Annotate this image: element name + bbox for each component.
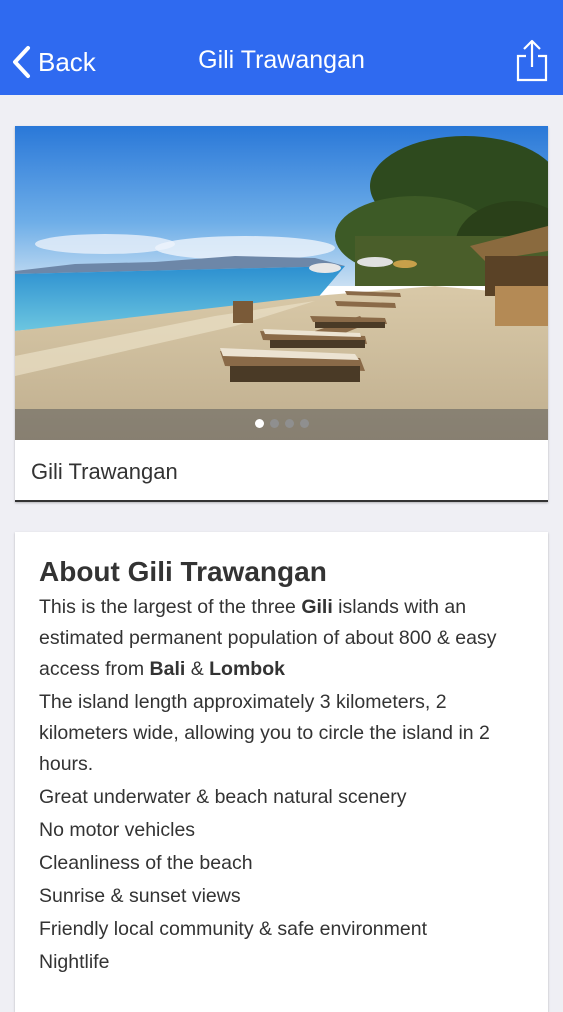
feature-item: Nightlife [39,951,110,973]
page-indicator-strip [15,409,548,440]
feature-item: Friendly local community & safe environm… [39,918,427,940]
intro-text: This is the largest of the three [39,596,302,618]
feature-item: Sunrise & sunset views [39,885,241,907]
beach-photo[interactable] [15,126,548,440]
page-dot[interactable] [299,419,309,428]
about-title: About Gili Trawangan [39,556,327,587]
page-dot[interactable] [284,419,294,428]
page-indicator[interactable] [15,419,548,428]
intro-bold-gili: Gili [301,596,333,618]
share-icon[interactable] [515,38,549,82]
photo-gallery-card: Gili Trawangan [15,126,548,502]
page-dot[interactable] [269,419,279,428]
page-dot[interactable] [254,419,264,428]
feature-item: Great underwater & beach natural scenery [39,786,407,808]
size-paragraph: The island length approximately 3 kilome… [39,691,490,775]
intro-bold-bali: Bali [149,658,186,680]
about-body: This is the largest of the three Gili is… [39,592,529,980]
intro-text: & [185,658,210,680]
feature-list: Great underwater & beach natural scenery… [39,782,529,978]
feature-item: No motor vehicles [39,819,196,841]
navigation-bar: Back Gili Trawangan [0,0,563,95]
photo-caption: Gili Trawangan [31,459,178,484]
intro-bold-lombok: Lombok [209,658,285,680]
feature-item: Cleanliness of the beach [39,852,253,874]
page-title: Gili Trawangan [198,46,365,74]
about-card: About Gili Trawangan This is the largest… [15,532,548,1012]
intro-paragraph: This is the largest of the three Gili is… [39,592,529,685]
